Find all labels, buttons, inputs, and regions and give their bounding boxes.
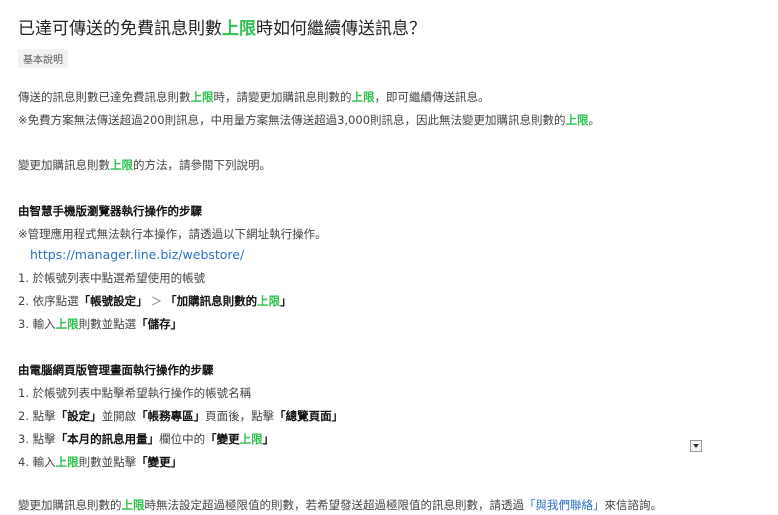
intro-line-3: 變更加購訊息則數上限的方法，請參閱下列說明。 <box>18 157 271 173</box>
text: 3. 輸入 <box>18 317 56 331</box>
text: 傳送的訊息則數已達免費訊息則數 <box>18 90 191 104</box>
intro-line-2: ※免費方案無法傳送超過200則訊息，中用量方案無法傳送超過3,000則訊息，因此… <box>18 112 600 128</box>
bold-text: 「變更」 <box>136 455 183 469</box>
title-highlight: 上限 <box>222 19 256 39</box>
highlight: 上限 <box>239 432 263 446</box>
highlight: 上限 <box>55 455 79 469</box>
mobile-heading: 由智慧手機版瀏覽器執行操作的步驟 <box>18 204 202 218</box>
text: ※免費方案無法傳送超過200則訊息，中用量方案無法傳送超過3,000則訊息，因此… <box>18 113 566 127</box>
mobile-step-3: 3. 輸入上限則數並點選「儲存」 <box>18 316 182 332</box>
pc-step-2: 2. 點擊「設定」並開啟「帳務專區」頁面後，點擊「總覽頁面」 <box>18 408 343 424</box>
bold-text: 「設定」 <box>55 409 102 423</box>
text: 則數並點擊 <box>78 455 137 469</box>
highlight: 上限 <box>190 90 214 104</box>
mobile-note: ※管理應用程式無法執行本操作，請透過以下網址執行操作。 <box>18 227 327 241</box>
text: 變更加購訊息則數的 <box>18 498 122 512</box>
page-title: 已達可傳送的免費訊息則數上限時如何繼續傳送訊息？ <box>18 14 426 39</box>
text: 4. 輸入 <box>18 455 56 469</box>
text: 則數並點選 <box>78 317 137 331</box>
title-text: 已達可傳送的免費訊息則數 <box>18 19 222 39</box>
bold-text: 」 <box>280 294 292 308</box>
text: 。 <box>588 113 601 127</box>
highlight: 上限 <box>565 113 589 127</box>
text: 時無法設定超過極限值的則數，若希望發送超過極限值的訊息則數，請透過 <box>144 498 525 512</box>
chevron-down-icon[interactable] <box>690 440 702 452</box>
pc-step-1: 1. 於帳號列表中點擊希望執行操作的帳號名稱 <box>18 386 252 400</box>
text: 2. 點擊 <box>18 409 56 423</box>
mobile-step-1: 1. 於帳號列表中點選希望使用的帳號 <box>18 271 206 285</box>
pc-step-4: 4. 輸入上限則數並點擊「變更」 <box>18 454 182 470</box>
text: 2. 依序點選 <box>18 294 79 308</box>
title-text-end: 時如何繼續傳送訊息？ <box>256 19 426 39</box>
contact-us-link[interactable]: 「與我們聯絡」 <box>524 498 605 512</box>
text: 時，請變更加購訊息則數的 <box>213 90 352 104</box>
text: 頁面後，點擊 <box>205 409 275 423</box>
text: 欄位中的 <box>159 432 206 446</box>
mobile-step-2: 2. 依序點選「帳號設定」＞「加購訊息則數的上限」 <box>18 293 292 309</box>
bold-text: 「帳號設定」 <box>78 294 148 308</box>
highlight: 上限 <box>110 158 133 172</box>
category-badge[interactable]: 基本說明 <box>18 49 68 68</box>
footer-note: 變更加購訊息則數的上限時無法設定超過極限值的則數，若希望發送超過極限值的訊息則數… <box>18 497 662 513</box>
text: ，即可繼續傳送訊息。 <box>374 90 490 104</box>
highlight: 上限 <box>121 498 145 512</box>
pc-heading: 由電腦網頁版管理畫面執行操作的步驟 <box>18 363 214 377</box>
text: 3. 點擊 <box>18 432 56 446</box>
webstore-link[interactable]: https://manager.line.biz/webstore/ <box>30 247 244 262</box>
separator: ＞ <box>150 294 163 308</box>
bold-text: 「本月的訊息用量」 <box>55 432 160 446</box>
bold-text: 」 <box>262 432 275 446</box>
highlight: 上限 <box>257 294 281 308</box>
text: 並開啟 <box>101 409 137 423</box>
bold-text: 「儲存」 <box>136 317 183 331</box>
bold-text: 「加購訊息則數的 <box>165 294 258 308</box>
text: 變更加購訊息則數 <box>18 158 110 172</box>
intro-line-1: 傳送的訊息則數已達免費訊息則數上限時，請變更加購訊息則數的上限，即可繼續傳送訊息… <box>18 89 490 105</box>
text: 的方法，請參閱下列說明。 <box>133 158 271 172</box>
bold-text: 「變更 <box>205 432 240 446</box>
highlight: 上限 <box>55 317 79 331</box>
pc-step-3: 3. 點擊「本月的訊息用量」欄位中的「變更上限」 <box>18 431 274 447</box>
highlight: 上限 <box>351 90 375 104</box>
bold-text: 「總覽頁面」 <box>274 409 344 423</box>
bold-text: 「帳務專區」 <box>136 409 206 423</box>
text: 來信諮詢。 <box>604 498 663 512</box>
